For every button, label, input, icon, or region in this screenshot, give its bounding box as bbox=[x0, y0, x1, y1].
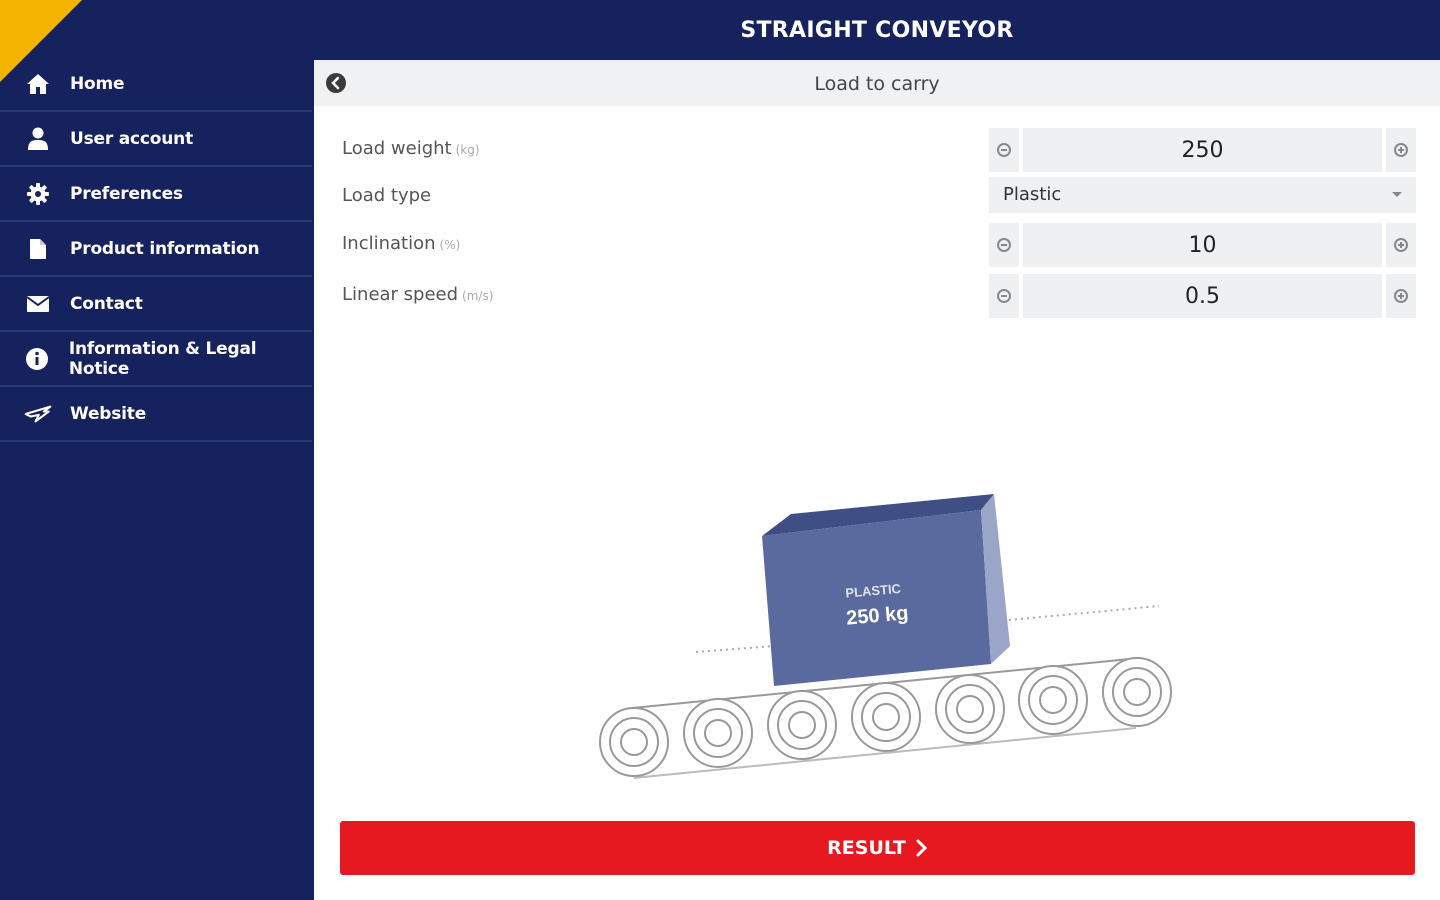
sidebar-item-website[interactable]: Website bbox=[0, 387, 312, 442]
envelope-icon bbox=[24, 292, 52, 316]
app-title: STRAIGHT CONVEYOR bbox=[740, 18, 1014, 43]
chevron-right-icon bbox=[914, 838, 928, 858]
linear-speed-label-text: Linear speed bbox=[342, 284, 459, 305]
load-weight-increment-button[interactable] bbox=[1386, 128, 1416, 172]
sidebar-item-contact[interactable]: Contact bbox=[0, 277, 312, 332]
inclination-stepper bbox=[989, 223, 1416, 267]
roller bbox=[683, 698, 753, 768]
load-weight-label-text: Load weight bbox=[342, 138, 452, 159]
load-box: PLASTIC 250 kg bbox=[762, 494, 1010, 686]
top-bar: STRAIGHT CONVEYOR bbox=[0, 0, 1440, 60]
load-weight-stepper bbox=[989, 128, 1416, 172]
inclination-input[interactable] bbox=[1023, 223, 1382, 267]
box-front bbox=[762, 510, 991, 686]
sidebar-item-label: User account bbox=[70, 128, 193, 149]
linear-speed-decrement-button[interactable] bbox=[989, 274, 1019, 318]
minus-icon bbox=[997, 289, 1011, 303]
panel-title: Load to carry bbox=[814, 73, 940, 95]
load-type-value: Plastic bbox=[1003, 184, 1062, 205]
load-weight-decrement-button[interactable] bbox=[989, 128, 1019, 172]
chevron-left-icon bbox=[331, 76, 340, 90]
linear-speed-row: Linear speed (m/s) bbox=[314, 274, 1440, 318]
inclination-increment-button[interactable] bbox=[1386, 223, 1416, 267]
corner-accent bbox=[0, 0, 82, 82]
load-type-label: Load type bbox=[342, 185, 432, 206]
inclination-label: Inclination (%) bbox=[342, 233, 460, 254]
sidebar-item-product-information[interactable]: Product information bbox=[0, 222, 312, 277]
inclination-unit: (%) bbox=[439, 238, 461, 252]
minus-icon bbox=[997, 143, 1011, 157]
result-button-label: RESULT bbox=[827, 837, 906, 859]
plus-icon bbox=[1394, 289, 1408, 303]
user-icon bbox=[24, 127, 52, 151]
load-weight-unit: (kg) bbox=[455, 143, 480, 157]
conveyor-illustration: PLASTIC 250 kg bbox=[599, 494, 1172, 779]
panel-header: Load to carry bbox=[314, 60, 1440, 106]
document-icon bbox=[24, 237, 52, 261]
plus-icon bbox=[1394, 238, 1408, 252]
sidebar-item-label: Product information bbox=[70, 238, 260, 259]
inclination-label-text: Inclination bbox=[342, 233, 436, 254]
sidebar: Home User account Preferences Product in… bbox=[0, 57, 312, 900]
sidebar-item-label: Information & Legal Notice bbox=[68, 338, 257, 379]
linear-speed-label: Linear speed (m/s) bbox=[342, 284, 493, 305]
roller bbox=[1018, 665, 1088, 735]
linear-speed-unit: (m/s) bbox=[462, 289, 494, 303]
minus-icon bbox=[997, 238, 1011, 252]
load-weight-label: Load weight (kg) bbox=[342, 138, 480, 159]
sidebar-item-label: Preferences bbox=[70, 183, 183, 204]
caret-down-icon bbox=[1392, 192, 1402, 197]
roller bbox=[767, 690, 837, 760]
incline-guide-right bbox=[1008, 605, 1160, 621]
sidebar-item-information-legal[interactable]: Information & Legal Notice bbox=[0, 332, 312, 387]
inclination-decrement-button[interactable] bbox=[989, 223, 1019, 267]
linear-speed-stepper bbox=[989, 274, 1416, 318]
sidebar-item-label: Contact bbox=[70, 293, 143, 314]
roller bbox=[599, 707, 669, 777]
sidebar-item-preferences[interactable]: Preferences bbox=[0, 167, 312, 222]
incline-guide-left bbox=[695, 645, 775, 653]
roller bbox=[851, 682, 921, 752]
sidebar-item-label: Website bbox=[70, 403, 147, 424]
main-panel: Load to carry Load weight(kg) Load type … bbox=[314, 60, 1440, 900]
inclination-row: Inclination (%) bbox=[314, 223, 1440, 267]
result-button[interactable]: RESULT bbox=[340, 821, 1415, 875]
info-icon bbox=[24, 347, 51, 371]
plus-icon bbox=[1394, 143, 1408, 157]
sidebar-item-user-account[interactable]: User account bbox=[0, 112, 312, 167]
load-weight-input[interactable] bbox=[1023, 128, 1382, 172]
gear-icon bbox=[24, 182, 52, 206]
load-weight-row: Load weight (kg) bbox=[314, 128, 1440, 172]
load-type-select[interactable]: Plastic bbox=[989, 177, 1416, 213]
linear-speed-input[interactable] bbox=[1023, 274, 1382, 318]
roller bbox=[935, 674, 1005, 744]
brand-logo-icon bbox=[24, 402, 52, 426]
back-button[interactable] bbox=[326, 73, 346, 93]
load-type-row: Load type Plastic bbox=[314, 177, 1440, 221]
roller bbox=[1102, 657, 1172, 727]
linear-speed-increment-button[interactable] bbox=[1386, 274, 1416, 318]
